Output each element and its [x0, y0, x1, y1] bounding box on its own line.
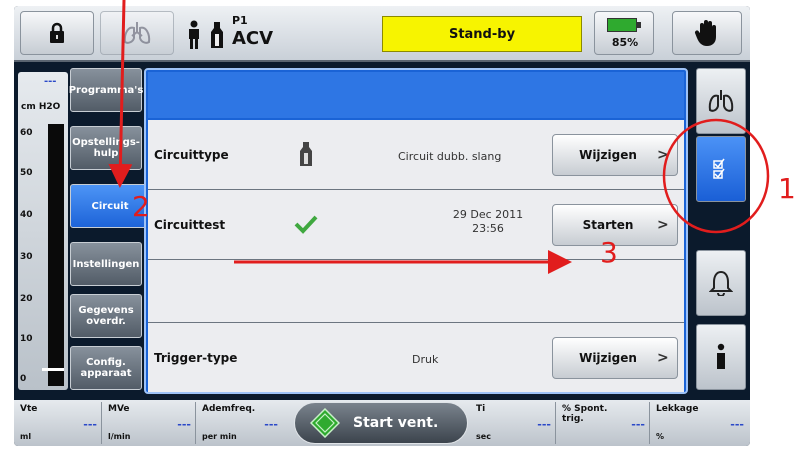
button-label: Wijzigen — [579, 351, 637, 365]
scale-tick: 60 — [20, 128, 33, 138]
circuit-test-date: 29 Dec 2011 — [452, 208, 524, 221]
metric-unit: % — [656, 432, 665, 441]
bell-icon — [709, 270, 733, 296]
nav-setup-help[interactable]: Opstellings-hulp — [70, 126, 142, 170]
scale-tick: 50 — [20, 168, 33, 178]
circuit-icon — [294, 138, 318, 170]
battery-percentage: 85% — [611, 36, 639, 49]
metric-mve: MVe l/min --- — [104, 402, 196, 444]
trigger-type-label: Trigger-type — [154, 351, 238, 365]
start-icon — [307, 408, 343, 438]
start-ventilation-button[interactable]: Start vent. — [294, 402, 468, 444]
pressure-unit: cm H2O — [21, 102, 61, 112]
metric-name: Ti — [476, 404, 486, 414]
lock-icon — [50, 22, 64, 43]
nav-settings[interactable]: Instellingen — [70, 242, 142, 286]
tab-info[interactable] — [696, 324, 746, 390]
scale-tick: 20 — [20, 294, 33, 304]
lungs-icon — [708, 90, 734, 112]
circuit-test-label: Circuittest — [154, 218, 226, 232]
metric-spont-trig: % Spont. trig. --- — [558, 402, 650, 444]
metric-rate: Ademfreq. per min --- — [198, 402, 292, 444]
pressure-value: --- — [44, 76, 57, 87]
ventilation-mode: ACV — [232, 28, 274, 49]
metric-leak: Lekkage % --- — [652, 402, 748, 444]
patient-icon — [189, 20, 199, 49]
patient-id: P1 — [232, 14, 248, 27]
check-icon — [294, 208, 318, 240]
annotation-label-1: 1 — [778, 172, 796, 205]
metric-ti: Ti sec --- — [472, 402, 556, 444]
pressure-scale: --- cm H2O 60 50 40 30 20 10 0 — [18, 72, 68, 390]
button-label: Starten — [582, 218, 634, 232]
scale-tick: 30 — [20, 252, 33, 262]
metric-unit: per min — [202, 432, 237, 441]
nav-data-transfer[interactable]: Gegevens overdr. — [70, 294, 142, 338]
tab-alarms[interactable] — [696, 250, 746, 316]
nav-programs[interactable]: Programma's — [69, 68, 143, 112]
metric-value: --- — [177, 418, 191, 431]
trigger-type-value: Druk — [412, 353, 439, 366]
annotation-label-3: 3 — [600, 236, 618, 269]
battery-icon — [607, 18, 641, 32]
panel-header — [148, 72, 684, 118]
metric-name: MVe — [108, 404, 130, 414]
tab-checklist[interactable] — [696, 136, 746, 202]
bottom-bar: Vte ml --- MVe l/min --- Ademfreq. per m… — [14, 400, 750, 446]
patient-info: P1 ACV — [184, 12, 304, 56]
info-icon — [717, 343, 725, 369]
top-bar: P1 ACV Stand-by 85% — [14, 6, 750, 62]
circuit-icon — [211, 22, 223, 48]
hand-icon — [694, 20, 716, 46]
lungs-icon — [123, 22, 151, 44]
metric-name: Ademfreq. — [202, 404, 256, 414]
chevron-right-icon: > — [657, 217, 669, 233]
change-circuit-type-button[interactable]: Wijzigen > — [552, 134, 678, 176]
circuit-test-timestamp: 29 Dec 2011 23:56 — [428, 208, 548, 236]
metric-unit: l/min — [108, 432, 131, 441]
metric-value: --- — [264, 418, 278, 431]
scale-tick: 40 — [20, 210, 33, 220]
alarm-silence-button[interactable] — [672, 11, 742, 55]
tab-monitoring[interactable] — [696, 68, 746, 134]
metric-vte: Vte ml --- — [16, 402, 102, 444]
metric-name: Lekkage — [656, 404, 699, 414]
button-label: Wijzigen — [579, 148, 637, 162]
lungs-button[interactable] — [100, 11, 174, 55]
chevron-right-icon: > — [657, 350, 669, 366]
metric-name: Vte — [20, 404, 38, 414]
battery-status: 85% — [594, 11, 654, 55]
circuit-type-value: Circuit dubb. slang — [398, 150, 502, 163]
pressure-bar — [48, 124, 64, 386]
metric-value: --- — [730, 418, 744, 431]
trigger-type-row: Trigger-type Druk Wijzigen > — [148, 322, 684, 392]
pressure-marker — [42, 368, 64, 371]
scale-tick: 0 — [20, 374, 27, 384]
circuit-panel: Circuittype Circuit dubb. slang Wijzigen… — [144, 68, 688, 394]
annotation-label-2: 2 — [132, 190, 150, 223]
checklist-icon — [713, 158, 725, 179]
status-indicator: Stand-by — [382, 16, 582, 52]
scale-tick: 10 — [20, 334, 33, 344]
chevron-right-icon: > — [657, 147, 669, 163]
ventilator-screen: P1 ACV Stand-by 85% --- cm H2O 60 50 40 … — [14, 6, 750, 446]
metric-value: --- — [631, 418, 645, 431]
metric-unit: ml — [20, 432, 32, 441]
lock-button[interactable] — [20, 11, 94, 55]
change-trigger-type-button[interactable]: Wijzigen > — [552, 337, 678, 379]
metric-name: % Spont. trig. — [562, 404, 608, 424]
circuit-type-row: Circuittype Circuit dubb. slang Wijzigen… — [148, 120, 684, 190]
start-button-label: Start vent. — [353, 415, 439, 431]
circuit-test-time: 23:56 — [472, 222, 504, 235]
nav-config[interactable]: Config. apparaat — [70, 346, 142, 390]
metric-value: --- — [83, 418, 97, 431]
metric-value: --- — [537, 418, 551, 431]
metric-unit: sec — [476, 432, 491, 441]
circuit-type-label: Circuittype — [154, 148, 229, 162]
